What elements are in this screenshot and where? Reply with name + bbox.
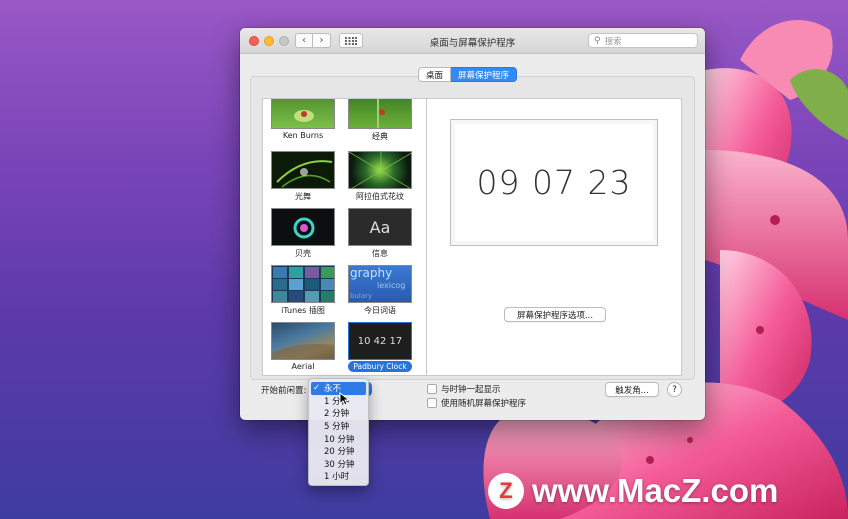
thumb-word-of-the-day[interactable]: graphy lexicog bulary [348,265,412,303]
thumb-word-text-1: graphy [350,266,393,280]
thumb-itunes-artwork[interactable] [271,265,335,303]
thumb-flurry[interactable] [271,151,335,189]
thumb-word-text-3: bulary [350,292,373,300]
screen-saver-options-button[interactable]: 屏幕保护程序选项... [504,307,606,322]
saver-label-classic: 经典 [372,132,388,141]
mouse-cursor-icon [339,392,349,406]
thumb-aerial[interactable] [271,322,335,360]
thumb-ken-burns[interactable] [271,99,335,129]
saver-label-arabesque: 阿拉伯式花纹 [356,192,404,201]
system-preferences-window: ‹ › 桌面与屏幕保护程序 ⚲ 搜索 桌面 屏幕保护程序 Ken Burns 经… [240,28,705,420]
random-saver-label: 使用随机屏幕保护程序 [441,399,527,409]
show-with-clock-label: 与时钟一起显示 [441,385,501,395]
saver-label-shell: 贝壳 [295,249,311,258]
search-icon: ⚲ [594,35,601,46]
macz-logo-icon: Z [488,473,524,509]
saver-label-ken-burns: Ken Burns [282,131,324,140]
preview-pane: 09 07 23 [427,98,682,376]
checkbox-box [427,384,437,394]
random-saver-checkbox[interactable]: 使用随机屏幕保护程序 [427,397,526,409]
saver-label-aerial: Aerial [291,362,315,371]
tab-control: 桌面 屏幕保护程序 [418,67,518,82]
thumb-message[interactable]: Aa [348,208,412,246]
watermark-text: www.MacZ.com [532,472,779,509]
saver-label-word-of-the-day: 今日词语 [364,306,396,315]
clock-preview: 09 07 23 [450,119,658,246]
search-field[interactable]: ⚲ 搜索 [588,33,698,48]
menu-item-5-min[interactable]: 5 分钟 [309,420,368,433]
show-with-clock-checkbox[interactable]: 与时钟一起显示 [427,383,501,395]
saver-label-message: 信息 [372,249,388,258]
checkmark-icon: ✓ [313,383,321,394]
thumb-padbury-clock[interactable]: 10 42 17 [348,322,412,360]
tab-screen-saver[interactable]: 屏幕保护程序 [451,67,518,82]
checkbox-box [427,398,437,408]
help-button[interactable]: ? [667,382,682,397]
saver-label-itunes-artwork: iTunes 插图 [281,306,325,315]
search-placeholder: 搜索 [604,36,622,47]
tab-desktop[interactable]: 桌面 [418,67,452,82]
start-after-label: 开始前闲置: [261,386,307,396]
saver-label-padbury-clock: Padbury Clock [338,361,422,372]
menu-item-10-min[interactable]: 10 分钟 [309,432,368,445]
thumb-classic[interactable] [348,99,412,129]
titlebar: ‹ › 桌面与屏幕保护程序 ⚲ 搜索 [240,28,705,54]
thumb-shell[interactable] [271,208,335,246]
thumb-arabesque[interactable] [348,151,412,189]
menu-item-1-hour[interactable]: 1 小时 [309,470,368,483]
saver-label-flurry: 光舞 [295,192,311,201]
watermark: Z www.MacZ.com [488,472,778,510]
menu-item-30-min[interactable]: 30 分钟 [309,458,368,471]
thumb-message-text: Aa [369,217,391,237]
screen-saver-list[interactable]: Ken Burns 经典 光舞 阿拉伯式花纹 贝壳 Aa 信息 iTunes 插… [262,98,427,376]
thumb-clock-text: 10 42 17 [357,335,403,347]
selected-saver-label: Padbury Clock [348,361,412,372]
hot-corners-button[interactable]: 触发角... [605,382,659,397]
menu-item-20-min[interactable]: 20 分钟 [309,445,368,458]
menu-item-2-min[interactable]: 2 分钟 [309,407,368,420]
clock-preview-text: 09 07 23 [476,163,632,202]
thumb-word-text-2: lexicog [377,281,406,290]
